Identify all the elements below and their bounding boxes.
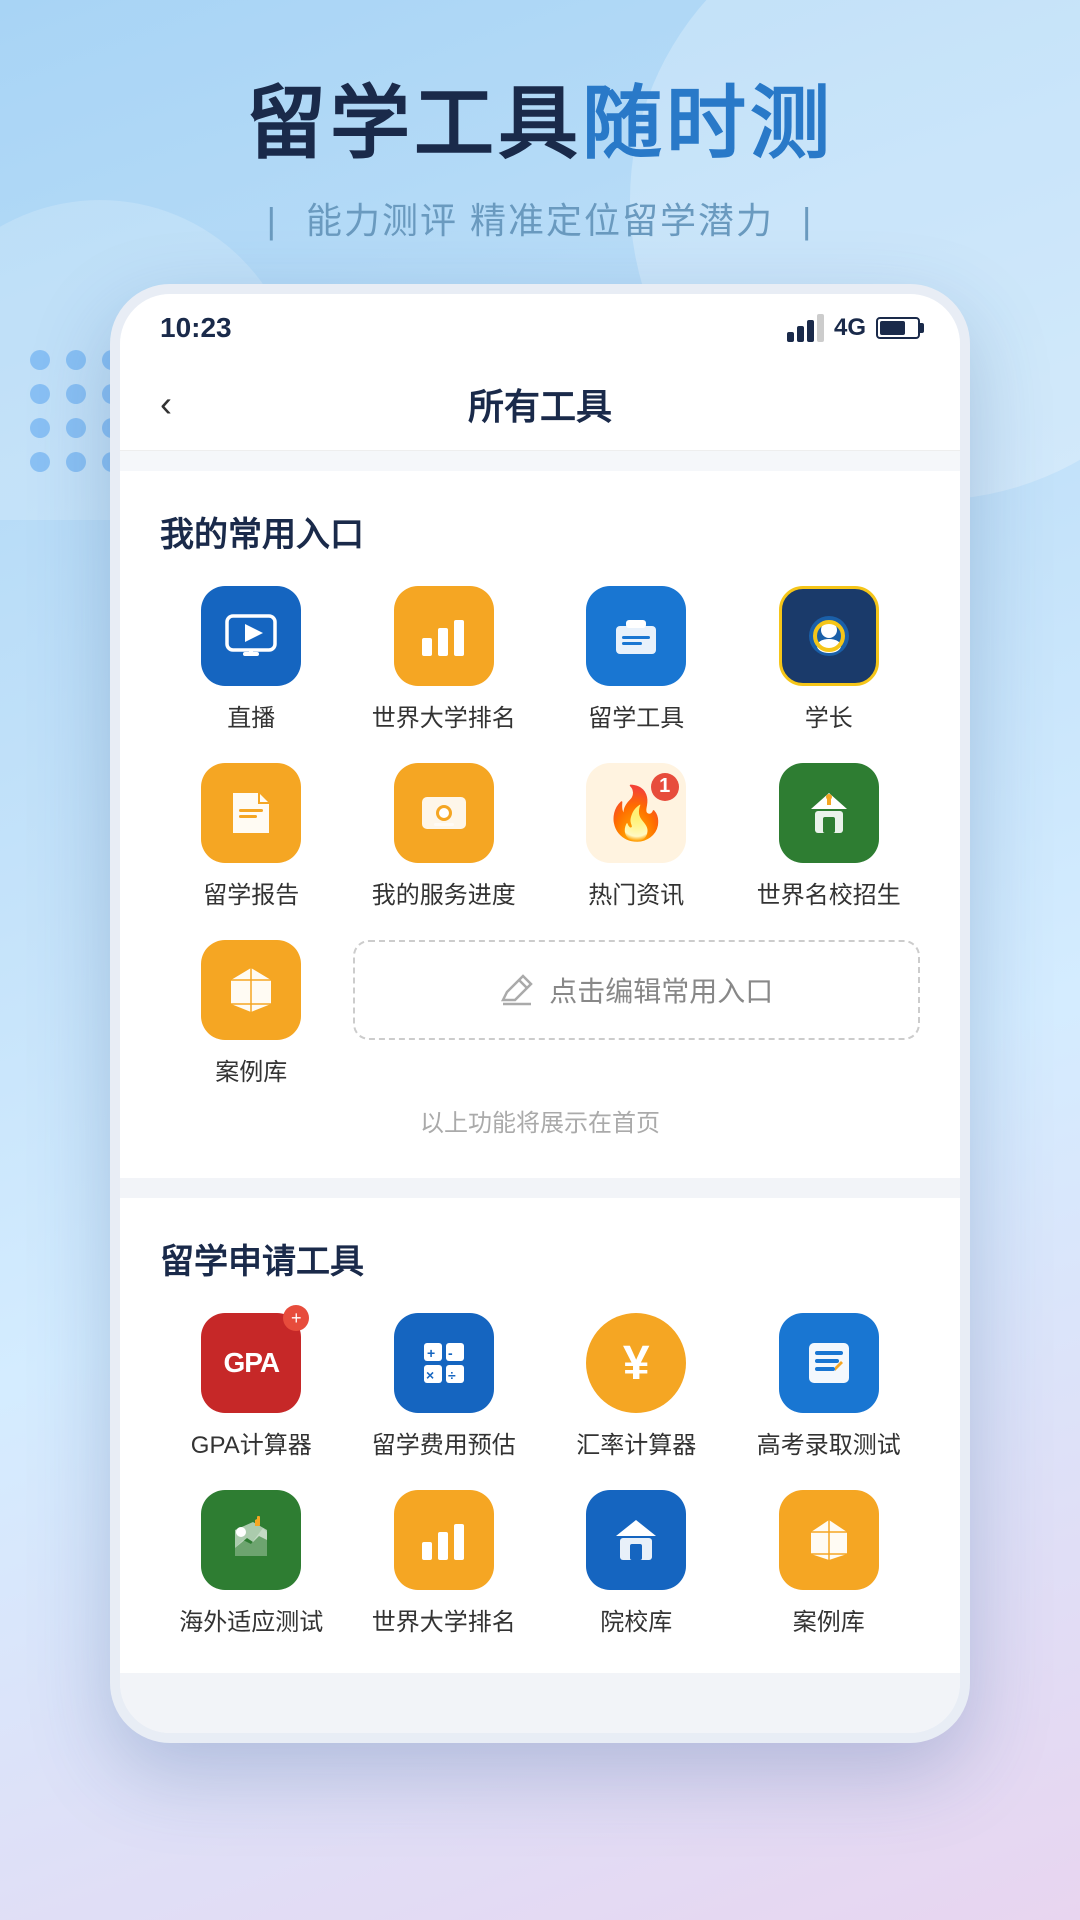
study-item-case2[interactable]: 案例库 — [738, 1490, 921, 1637]
battery-icon — [876, 317, 920, 339]
hero-title: 留学工具随时测 — [0, 80, 1080, 168]
hero-subtitle: | 能力测评 精准定位留学潜力 | — [0, 192, 1080, 244]
svg-text:-: - — [448, 1345, 453, 1361]
study-item-school[interactable]: 院校库 — [545, 1490, 728, 1637]
case2-icon — [779, 1490, 879, 1590]
frequent-section: 我的常用入口 直播 世界大学排名 — [120, 471, 960, 1178]
signal-icon — [787, 314, 824, 342]
frequent-item-progress[interactable]: 我的服务进度 — [353, 763, 536, 910]
school-label: 院校库 — [600, 1602, 672, 1637]
study-item-cost[interactable]: +-× ÷ 留学费用预估 — [353, 1313, 536, 1460]
network-label: 4G — [834, 314, 866, 342]
senior-label: 学长 — [805, 698, 853, 733]
ranking2-icon — [394, 1490, 494, 1590]
hero-title-blue: 随时测 — [582, 79, 834, 168]
app-header: ‹ 所有工具 — [120, 354, 960, 451]
frequent-item-live[interactable]: 直播 — [160, 586, 343, 733]
overseas-label: 海外适应测试 — [179, 1602, 323, 1637]
gaokao-label: 高考录取测试 — [757, 1425, 901, 1460]
study-icon-grid: GPA + GPA计算器 +-× ÷ 留学费用预估 — [160, 1313, 920, 1637]
ranking-icon — [394, 586, 494, 686]
case2-label: 案例库 — [793, 1602, 865, 1637]
live-label: 直播 — [227, 698, 275, 733]
frequent-item-ranking[interactable]: 世界大学排名 — [353, 586, 536, 733]
frequent-item-report[interactable]: 留学报告 — [160, 763, 343, 910]
status-bar: 10:23 4G — [120, 294, 960, 354]
report-icon — [201, 763, 301, 863]
ranking2-label: 世界大学排名 — [372, 1602, 516, 1637]
back-button[interactable]: ‹ — [160, 383, 172, 425]
ranking-label: 世界大学排名 — [372, 698, 516, 733]
svg-text:÷: ÷ — [448, 1367, 456, 1383]
tools-icon — [586, 586, 686, 686]
study-item-gaokao[interactable]: 高考录取测试 — [738, 1313, 921, 1460]
frequent-item-admission[interactable]: 世界名校招生 — [738, 763, 921, 910]
overseas-icon — [201, 1490, 301, 1590]
exchange-icon: ¥ — [586, 1313, 686, 1413]
svg-text:×: × — [426, 1367, 434, 1383]
cases-label: 案例库 — [215, 1052, 287, 1087]
gpa-icon: GPA + — [201, 1313, 301, 1413]
footer-note: 以上功能将展示在首页 — [160, 1087, 920, 1142]
gaokao-icon — [779, 1313, 879, 1413]
progress-icon — [394, 763, 494, 863]
status-time: 10:23 — [160, 312, 232, 344]
app-content: 我的常用入口 直播 世界大学排名 — [120, 471, 960, 1733]
frequent-item-news[interactable]: 🔥 1 热门资讯 — [545, 763, 728, 910]
edit-frequent-button[interactable]: 点击编辑常用入口 — [353, 940, 921, 1040]
study-item-exchange[interactable]: ¥ 汇率计算器 — [545, 1313, 728, 1460]
hero-title-black: 留学工具 — [246, 79, 582, 168]
school-icon — [586, 1490, 686, 1590]
frequent-section-title: 我的常用入口 — [160, 507, 920, 556]
cases-icon — [201, 940, 301, 1040]
status-right: 4G — [787, 314, 920, 342]
study-item-overseas[interactable]: 海外适应测试 — [160, 1490, 343, 1637]
svg-text:+: + — [427, 1345, 435, 1361]
cost-label: 留学费用预估 — [372, 1425, 516, 1460]
study-section: 留学申请工具 GPA + GPA计算器 +-× ÷ — [120, 1198, 960, 1673]
news-icon: 🔥 1 — [586, 763, 686, 863]
edit-label: 点击编辑常用入口 — [549, 970, 773, 1010]
frequent-item-cases[interactable]: 案例库 — [160, 940, 343, 1087]
progress-label: 我的服务进度 — [372, 875, 516, 910]
page-title: 所有工具 — [468, 378, 612, 430]
frequent-icon-grid: 直播 世界大学排名 留学工具 — [160, 586, 920, 1087]
frequent-item-tools[interactable]: 留学工具 — [545, 586, 728, 733]
admission-icon — [779, 763, 879, 863]
admission-label: 世界名校招生 — [757, 875, 901, 910]
gpa-label: GPA计算器 — [191, 1425, 312, 1460]
frequent-item-senior[interactable]: 学长 — [738, 586, 921, 733]
cost-icon: +-× ÷ — [394, 1313, 494, 1413]
news-label: 热门资讯 — [588, 875, 684, 910]
phone-container: 10:23 4G ‹ 所有工具 我的常用 — [0, 284, 1080, 1743]
study-item-gpa[interactable]: GPA + GPA计算器 — [160, 1313, 343, 1460]
hero-section: 留学工具随时测 | 能力测评 精准定位留学潜力 | — [0, 0, 1080, 284]
tools-label: 留学工具 — [588, 698, 684, 733]
study-item-ranking2[interactable]: 世界大学排名 — [353, 1490, 536, 1637]
live-icon — [201, 586, 301, 686]
study-section-title: 留学申请工具 — [160, 1234, 920, 1283]
exchange-label: 汇率计算器 — [576, 1425, 696, 1460]
report-label: 留学报告 — [203, 875, 299, 910]
senior-icon — [779, 586, 879, 686]
phone-mockup: 10:23 4G ‹ 所有工具 我的常用 — [110, 284, 970, 1743]
